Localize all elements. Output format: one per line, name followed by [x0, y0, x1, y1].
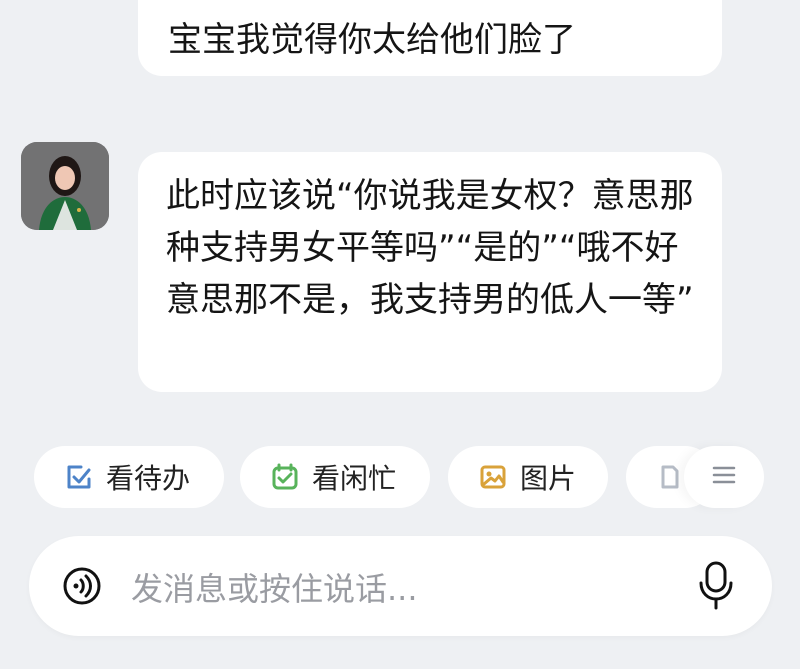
message-input-placeholder[interactable]: 发消息或按住说话... — [131, 564, 418, 610]
chip-label: 图片 — [520, 462, 577, 495]
message-bubble-top: 宝宝我觉得你太给他们脸了 — [138, 0, 722, 76]
quick-action-bar: 看待办 看闲忙 图片 — [0, 446, 800, 508]
schedule-chip[interactable]: 看闲忙 — [240, 446, 430, 508]
message-composer[interactable]: 发消息或按住说话... — [29, 536, 772, 636]
image-icon — [476, 460, 510, 494]
message-text: 宝宝我觉得你太给他们脸了 — [168, 20, 576, 60]
document-icon — [652, 460, 686, 494]
message-text: 此时应该说“你说我是女权？意思那种支持男女平等吗”“是的”“哦不好意思那不是，我… — [166, 176, 694, 320]
avatar[interactable] — [21, 142, 109, 230]
menu-icon — [710, 461, 738, 493]
chip-label: 看待办 — [106, 462, 191, 495]
image-chip[interactable]: 图片 — [448, 446, 608, 508]
todo-chip[interactable]: 看待办 — [34, 446, 224, 508]
chip-label: 看闲忙 — [312, 462, 397, 495]
checklist-icon — [62, 460, 96, 494]
menu-button[interactable] — [684, 446, 764, 508]
message-bubble-main: 此时应该说“你说我是女权？意思那种支持男女平等吗”“是的”“哦不好意思那不是，我… — [138, 152, 722, 392]
microphone-icon[interactable] — [693, 560, 739, 612]
voice-toggle-icon[interactable] — [61, 565, 103, 607]
calendar-check-icon — [268, 460, 302, 494]
